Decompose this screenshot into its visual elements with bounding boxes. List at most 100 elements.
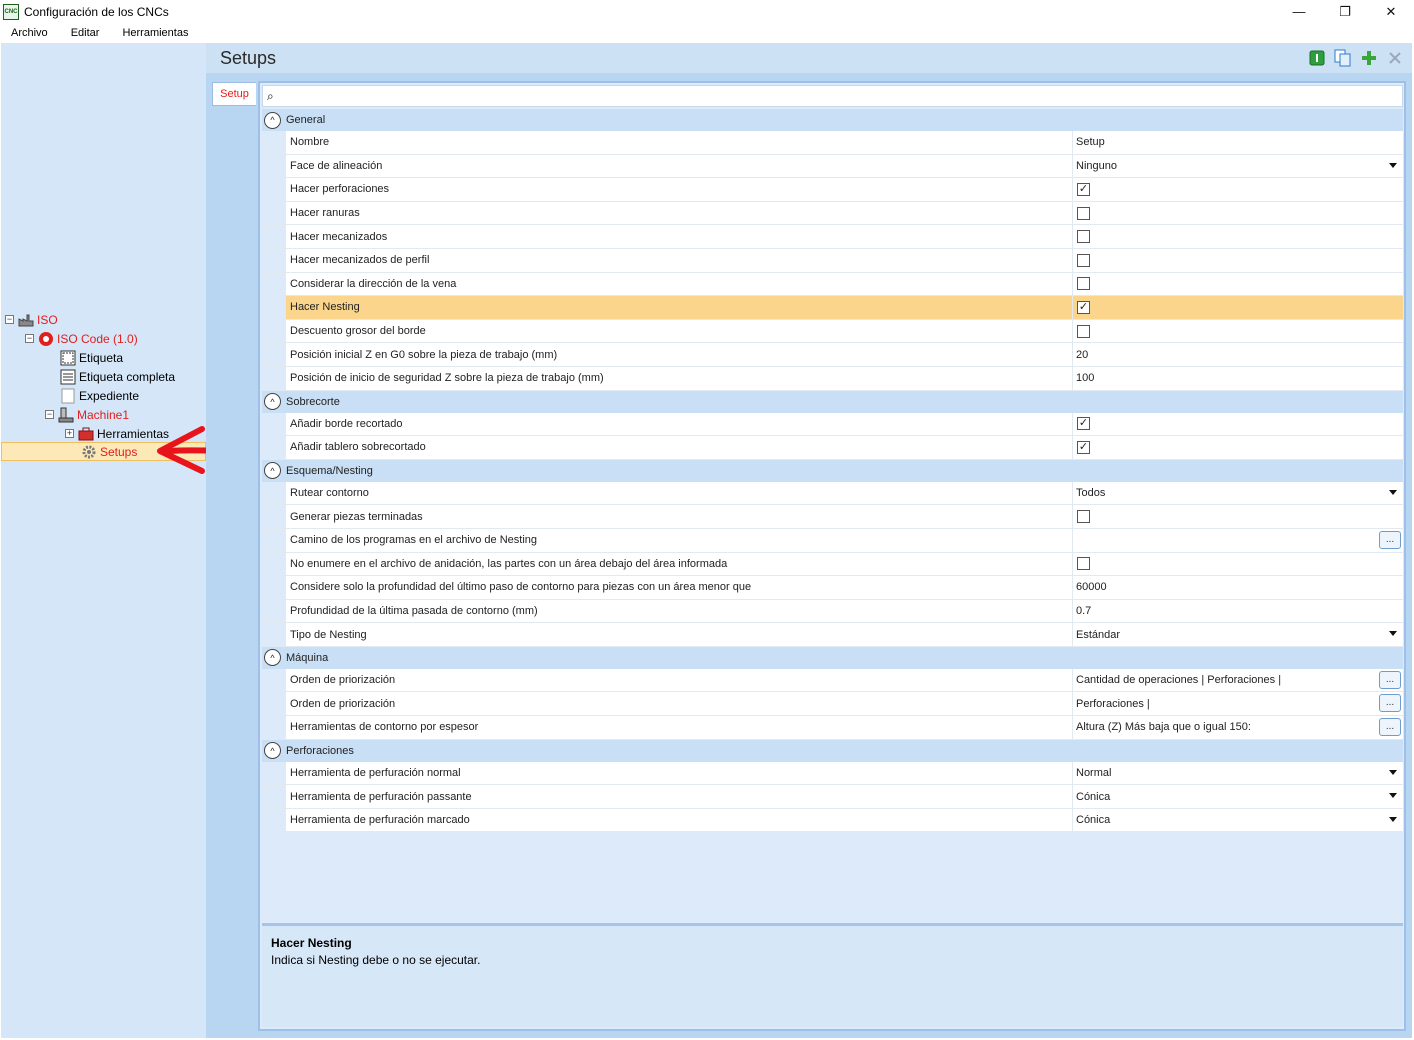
property-value-cell[interactable]: Altura (Z) Más baja que o igual 150:... [1073, 716, 1403, 739]
checkbox[interactable] [1077, 230, 1090, 244]
dropdown-arrow-icon[interactable] [1389, 162, 1397, 168]
property-value[interactable]: 100 [1076, 372, 1094, 384]
checkbox[interactable]: ✓ [1077, 417, 1090, 431]
property-value-cell[interactable]: Cantidad de operaciones | Perforaciones … [1073, 668, 1403, 692]
property-value-cell[interactable]: ✓ [1073, 296, 1403, 319]
property-row[interactable]: Posición de inicio de seguridad Z sobre … [262, 366, 1403, 391]
checkbox[interactable] [1077, 557, 1090, 571]
expand-toggle[interactable]: + [65, 429, 74, 438]
tree-item-expediente[interactable]: Expediente [60, 386, 139, 405]
property-value-cell[interactable]: Estándar [1073, 623, 1403, 646]
property-value-cell[interactable]: 100 [1073, 366, 1403, 390]
property-value-cell[interactable]: Todos [1073, 481, 1403, 505]
ellipsis-button[interactable]: ... [1379, 694, 1401, 713]
dropdown-arrow-icon[interactable] [1389, 769, 1397, 775]
collapse-icon[interactable]: ^ [264, 742, 281, 760]
property-value[interactable]: 0.7 [1076, 605, 1091, 617]
property-row[interactable]: Generar piezas terminadas [262, 505, 1403, 529]
property-value-cell[interactable]: ... [1073, 528, 1403, 552]
collapse-toggle[interactable]: − [25, 334, 34, 343]
property-value-cell[interactable]: 20 [1073, 343, 1403, 366]
checkbox[interactable] [1077, 253, 1090, 267]
category-header[interactable]: ^ Perforaciones [262, 739, 1403, 762]
collapse-toggle[interactable]: − [45, 410, 54, 419]
close-button[interactable]: ✕ [1368, 0, 1414, 23]
category-header[interactable]: ^ Máquina [262, 646, 1403, 669]
dropdown-arrow-icon[interactable] [1389, 631, 1397, 637]
collapse-icon[interactable]: ^ [264, 462, 281, 480]
add-icon[interactable] [1360, 49, 1378, 67]
delete-icon[interactable] [1386, 49, 1404, 67]
collapse-toggle[interactable]: − [5, 315, 14, 324]
property-row[interactable]: Nombre Setup [262, 131, 1403, 155]
property-value-cell[interactable]: Ninguno [1073, 154, 1403, 178]
info-icon[interactable] [1308, 49, 1326, 67]
checkbox[interactable] [1077, 277, 1090, 291]
property-row[interactable]: Profundidad de la última pasada de conto… [262, 599, 1403, 624]
property-row[interactable]: No enumere en el archivo de anidación, l… [262, 552, 1403, 577]
property-value-cell[interactable]: Setup [1073, 131, 1403, 154]
collapse-icon[interactable]: ^ [264, 111, 281, 129]
property-value-cell[interactable]: Cónica [1073, 785, 1403, 808]
ellipsis-button[interactable]: ... [1379, 530, 1401, 549]
property-row[interactable]: Considere solo la profundidad del último… [262, 576, 1403, 600]
tab-setup[interactable]: Setup [212, 82, 256, 106]
property-row[interactable]: Face de alineación Ninguno [262, 154, 1403, 179]
tree-item-isocode[interactable]: − ISO Code (1.0) [25, 329, 138, 348]
checkbox[interactable] [1077, 206, 1090, 220]
collapse-icon[interactable]: ^ [264, 649, 281, 667]
property-row[interactable]: Rutear contorno Todos [262, 481, 1403, 506]
property-row[interactable]: Descuento grosor del borde [262, 319, 1403, 344]
property-row[interactable]: Hacer Nesting ✓ [262, 296, 1403, 320]
property-row[interactable]: Herramienta de perfuración passante Cónic… [262, 785, 1403, 809]
menu-archivo[interactable]: Archivo [0, 27, 60, 39]
property-value-cell[interactable] [1073, 225, 1403, 248]
dropdown-arrow-icon[interactable] [1389, 793, 1397, 799]
checkbox[interactable] [1077, 510, 1090, 524]
search-input[interactable]: ⌕ [262, 85, 1403, 107]
property-row[interactable]: Hacer mecanizados [262, 225, 1403, 249]
property-row[interactable]: Orden de priorización Cantidad de operaci… [262, 668, 1403, 693]
menu-herramientas[interactable]: Herramientas [111, 27, 200, 39]
checkbox[interactable]: ✓ [1077, 300, 1090, 314]
property-value-cell[interactable]: ✓ [1073, 178, 1403, 201]
property-row[interactable]: Posición inicial Z en G0 sobre la pieza … [262, 343, 1403, 367]
tree-item-etiqueta[interactable]: Etiqueta [60, 348, 123, 367]
collapse-icon[interactable]: ^ [264, 393, 281, 411]
property-row[interactable]: Hacer ranuras [262, 201, 1403, 226]
copy-icon[interactable] [1334, 49, 1352, 67]
minimize-button[interactable]: — [1276, 0, 1322, 23]
restore-button[interactable]: ❐ [1322, 0, 1368, 23]
tree-item-machine[interactable]: − Machine1 [45, 405, 129, 424]
category-header[interactable]: ^ Sobrecorte [262, 390, 1403, 413]
property-value-cell[interactable] [1073, 319, 1403, 343]
property-value[interactable]: 20 [1076, 349, 1088, 361]
property-value-cell[interactable] [1073, 505, 1403, 528]
property-value-cell[interactable]: ✓ [1073, 412, 1403, 436]
tree-item-iso[interactable]: − ISO [5, 310, 58, 329]
dropdown-arrow-icon[interactable] [1389, 489, 1397, 495]
property-row[interactable]: Camino de los programas en el archivo de… [262, 528, 1403, 553]
property-value-cell[interactable] [1073, 272, 1403, 296]
property-value-cell[interactable] [1073, 552, 1403, 576]
property-value[interactable]: 60000 [1076, 581, 1107, 593]
property-row[interactable]: Añadir borde recortado ✓ [262, 412, 1403, 437]
checkbox[interactable]: ✓ [1077, 440, 1090, 454]
ellipsis-button[interactable]: ... [1379, 718, 1401, 737]
dropdown-arrow-icon[interactable] [1389, 816, 1397, 822]
category-header[interactable]: ^ General [262, 109, 1403, 131]
property-value-cell[interactable]: Cónica [1073, 808, 1403, 832]
property-row[interactable]: Tipo de Nesting Estándar [262, 623, 1403, 647]
property-row[interactable]: Hacer mecanizados de perfil [262, 248, 1403, 273]
checkbox[interactable]: ✓ [1077, 182, 1090, 196]
property-value-cell[interactable] [1073, 248, 1403, 272]
property-value-cell[interactable]: 60000 [1073, 576, 1403, 599]
property-row[interactable]: Herramienta de perfuración normal Normal [262, 761, 1403, 786]
property-row[interactable]: Hacer perforaciones ✓ [262, 178, 1403, 202]
property-value-cell[interactable]: ✓ [1073, 436, 1403, 459]
property-row[interactable]: Orden de priorización Perforaciones |... [262, 692, 1403, 717]
menu-editar[interactable]: Editar [60, 27, 112, 39]
property-value-cell[interactable]: Perforaciones |... [1073, 692, 1403, 716]
property-value-cell[interactable] [1073, 201, 1403, 225]
category-header[interactable]: ^ Esquema/Nesting [262, 459, 1403, 482]
